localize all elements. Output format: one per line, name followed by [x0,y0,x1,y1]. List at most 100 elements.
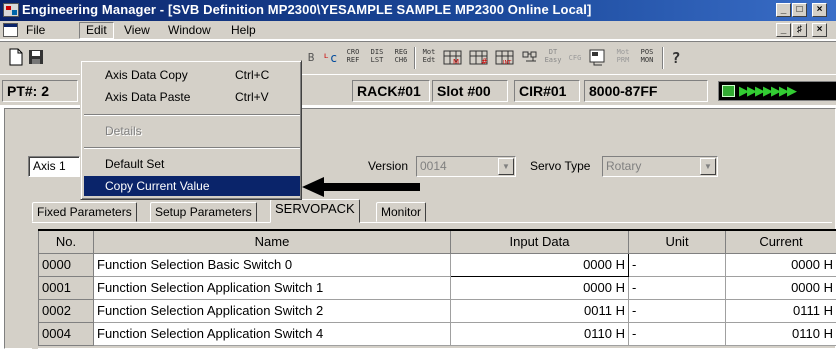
cfg-icon[interactable]: CFG [566,48,584,68]
version-value: 0014 [420,159,447,173]
column-header-input-data[interactable]: Input Data [450,229,629,254]
parameter-name: Function Selection Application Switch 4 [93,321,451,346]
unit-cell: - [628,321,726,346]
svb-tool-icon[interactable]: B [302,48,320,68]
slot-number: Slot #00 [432,80,508,102]
easy-icon[interactable] [520,48,542,68]
save-icon[interactable] [28,48,44,68]
menu-item-label: Default Set [105,157,165,171]
config-icon[interactable] [588,48,608,68]
window-title: Engineering Manager - [SVB Definition MP… [22,2,592,17]
toolbar-separator [414,47,416,69]
help-icon[interactable]: ? [668,48,684,68]
grid-header-row: No. Name Input Data Unit Current [38,229,836,254]
current-value-cell: 0110 H [725,321,836,346]
menu-file[interactable]: File [20,22,51,39]
mdi-close-button[interactable]: × [812,23,827,37]
menu-item-label: Axis Data Copy [105,68,188,82]
column-header-current[interactable]: Current [725,229,836,254]
servo-type-select[interactable]: Rotary ▼ [602,156,718,177]
document-icon[interactable] [3,23,18,37]
column-header-no[interactable]: No. [38,229,94,254]
hash-icon[interactable]: # [468,48,490,68]
menu-edit[interactable]: Edit [79,22,114,39]
status-indicator: ▶▶▶▶▶▶▶ [718,81,836,101]
title-bar[interactable]: Engineering Manager - [SVB Definition MP… [0,0,836,21]
tab-monitor[interactable]: Monitor [376,202,427,222]
parameter-name: Function Selection Application Switch 2 [93,298,451,323]
status-arrows: ▶▶▶▶▶▶▶ [739,83,797,98]
cro-ref-icon[interactable]: CRO REF [344,48,362,68]
parameter-name: Function Selection Application Switch 1 [93,275,451,300]
route-icon[interactable]: ᴸc [322,48,338,68]
menu-item-axis-data-paste[interactable]: Axis Data Paste Ctrl+V [84,87,300,107]
tab-servopack[interactable]: SERVOPACK [270,199,360,223]
row-number: 0002 [38,298,94,323]
chevron-down-icon[interactable]: ▼ [498,158,514,175]
circuit-number: CIR#01 [514,80,580,102]
column-header-unit[interactable]: Unit [628,229,726,254]
pt-number: PT#: 2 [2,80,78,102]
menu-item-copy-current-value[interactable]: Copy Current Value [84,176,300,196]
unit-cell: - [628,252,726,277]
maximize-button[interactable]: □ [792,3,807,17]
menu-item-axis-data-copy[interactable]: Axis Data Copy Ctrl+C [84,65,300,85]
svg-text:M: M [453,58,459,66]
menu-item-label: Axis Data Paste [105,90,191,104]
menu-item-default-set[interactable]: Default Set [84,154,300,174]
version-label: Version [368,159,409,173]
table-row[interactable]: 0004 Function Selection Application Swit… [38,321,836,346]
new-file-icon[interactable] [8,48,24,68]
unit-cell: - [628,298,726,323]
table-row[interactable]: 0001 Function Selection Application Swit… [38,275,836,300]
current-value-cell: 0111 H [725,298,836,323]
toolbar-separator [662,47,664,69]
tab-fixed-parameters[interactable]: Fixed Parameters [32,202,137,222]
tab-divider [32,222,832,223]
easy-label-icon[interactable]: DT Easy [544,48,562,68]
row-number: 0004 [38,321,94,346]
menu-separator [84,147,300,149]
engineering-manager-icon[interactable] [3,3,19,17]
mot-edt-icon[interactable]: Mot Edt [420,48,438,68]
input-data-cell[interactable]: 0000 H [450,252,629,277]
mot-prm-icon[interactable]: Mot PRM [614,48,632,68]
axis-field[interactable]: Axis 1 [28,156,80,177]
mdi-minimize-button[interactable]: _ [776,23,791,37]
current-value-cell: 0000 H [725,252,836,277]
menu-help[interactable]: Help [225,22,262,39]
minimize-button[interactable]: _ [776,3,791,17]
edit-menu-dropdown: Axis Data Copy Ctrl+C Axis Data Paste Ct… [80,60,302,200]
dis-lst-icon[interactable]: DIS LST [368,48,386,68]
menu-item-details[interactable]: Details [84,121,300,141]
menu-bar: File Edit View Window Help _ ♯ × [0,21,836,40]
close-button[interactable]: × [812,3,827,17]
mdi-restore-button[interactable]: ♯ [792,23,807,37]
input-data-cell[interactable]: 0110 H [450,321,629,346]
servo-type-label: Servo Type [530,159,591,173]
menu-view[interactable]: View [118,22,156,39]
chevron-down-icon[interactable]: ▼ [700,158,716,175]
rack-number: RACK#01 [352,80,430,102]
parameter-name: Function Selection Basic Switch 0 [93,252,451,277]
menu-window[interactable]: Window [162,22,217,39]
table-row[interactable]: 0000 Function Selection Basic Switch 0 0… [38,252,836,277]
table-row[interactable]: 0002 Function Selection Application Swit… [38,298,836,323]
svg-text:INT: INT [503,60,512,66]
reg-ch6-icon[interactable]: REG CH6 [392,48,410,68]
menu-separator [84,114,300,116]
parameter-grid: No. Name Input Data Unit Current 0000 Fu… [38,229,836,346]
input-data-cell[interactable]: 0000 H [450,275,629,300]
pos-mon-icon[interactable]: POS MON [638,48,656,68]
row-number: 0000 [38,252,94,277]
annotation-arrow-icon [302,177,420,197]
input-data-cell[interactable]: 0011 H [450,298,629,323]
tab-setup-parameters[interactable]: Setup Parameters [150,202,257,222]
int-icon[interactable]: INT [494,48,516,68]
column-header-name[interactable]: Name [93,229,451,254]
servo-type-value: Rotary [606,159,642,173]
menu-item-label: Details [105,124,142,138]
menu-item-shortcut: Ctrl+V [235,90,269,104]
mot-icon[interactable]: M [442,48,464,68]
version-select[interactable]: 0014 ▼ [416,156,516,177]
